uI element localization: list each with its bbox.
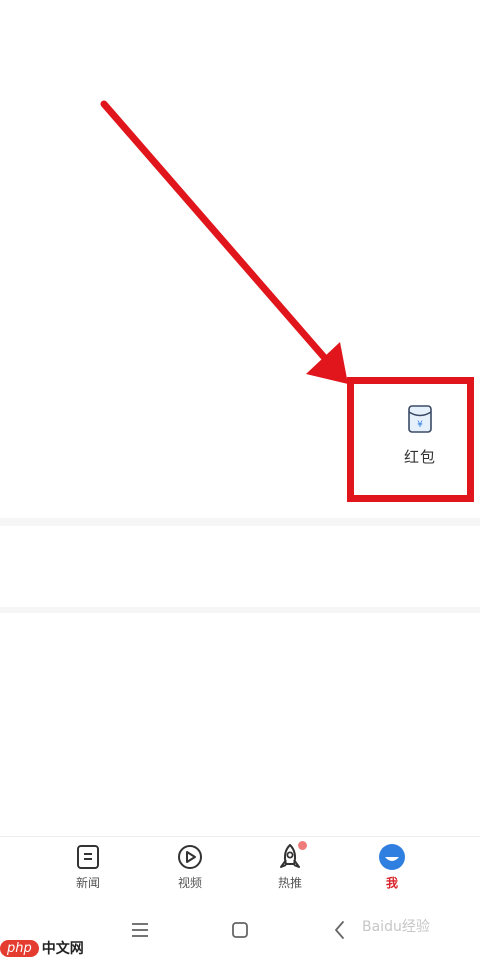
back-chevron-icon[interactable]: [326, 916, 354, 944]
tab-video-label: 视频: [177, 876, 202, 890]
me-avatar-icon: [379, 844, 405, 870]
notification-dot: [298, 841, 307, 850]
tab-me[interactable]: 我: [360, 843, 424, 895]
php-site-text: 中文网: [41, 941, 84, 957]
tab-news[interactable]: 新闻: [56, 843, 120, 895]
bottom-tab-bar: 新闻 视频 热推 我: [0, 836, 480, 899]
tab-me-label: 我: [385, 876, 398, 890]
news-icon: [77, 845, 99, 869]
php-badge: php: [0, 939, 39, 957]
tab-hot-label: 热推: [277, 876, 302, 890]
php-watermark: php 中文网: [0, 936, 84, 960]
tab-hot[interactable]: 热推: [258, 841, 322, 895]
menu-icon[interactable]: [126, 916, 154, 944]
annotation-arrow: [100, 100, 348, 384]
home-square-icon[interactable]: [226, 916, 254, 944]
tab-video[interactable]: 视频: [158, 843, 222, 895]
tab-news-label: 新闻: [75, 876, 100, 890]
baidu-watermark: Baidu经验: [362, 919, 430, 935]
video-play-icon: [178, 845, 202, 869]
